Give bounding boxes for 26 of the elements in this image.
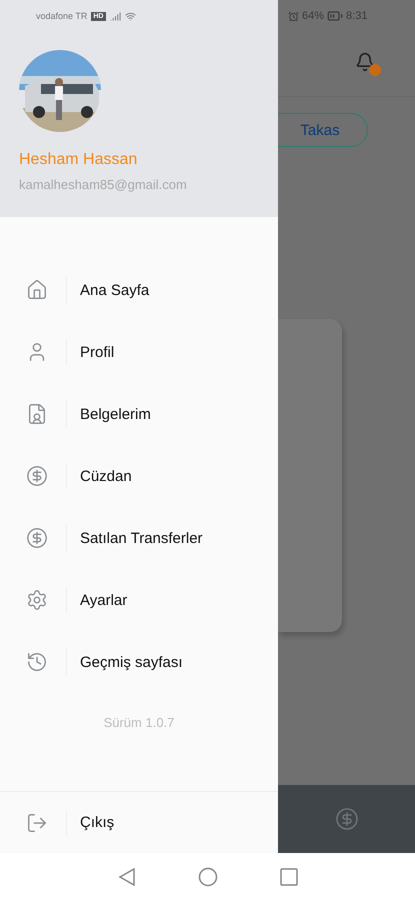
user-name: Hesham Hassan: [19, 151, 138, 169]
menu-item[interactable]: Belgelerim: [0, 383, 278, 445]
menu-item[interactable]: Satılan Transferler: [0, 507, 278, 569]
logout-icon: [26, 812, 48, 834]
history-icon: [26, 651, 48, 673]
carrier-name: vodafone TR: [36, 11, 88, 21]
document-icon: [26, 403, 48, 425]
menu-item[interactable]: Profil: [0, 321, 278, 383]
back-icon[interactable]: [118, 866, 136, 886]
dollar-icon[interactable]: [334, 807, 358, 831]
version-text: Sürüm 1.0.7: [102, 715, 176, 730]
home-icon: [26, 279, 48, 301]
alarm-icon: [288, 10, 299, 22]
menu-item[interactable]: Geçmiş sayfası: [0, 631, 278, 693]
wifi-icon: [124, 10, 136, 22]
menu-item[interactable]: Cüzdan: [0, 445, 278, 507]
settings-icon: [26, 589, 48, 611]
menu-item[interactable]: Ana Sayfa: [0, 259, 278, 321]
home-icon[interactable]: [198, 866, 218, 886]
bell-icon[interactable]: [355, 52, 375, 72]
notification-dot: [369, 64, 381, 76]
recents-icon[interactable]: [280, 868, 298, 886]
dollar-icon: [26, 465, 48, 487]
dollar-icon: [26, 527, 48, 549]
user-email: kamalhesham85@gmail.com: [19, 177, 188, 192]
menu-item[interactable]: Ayarlar: [0, 569, 278, 631]
